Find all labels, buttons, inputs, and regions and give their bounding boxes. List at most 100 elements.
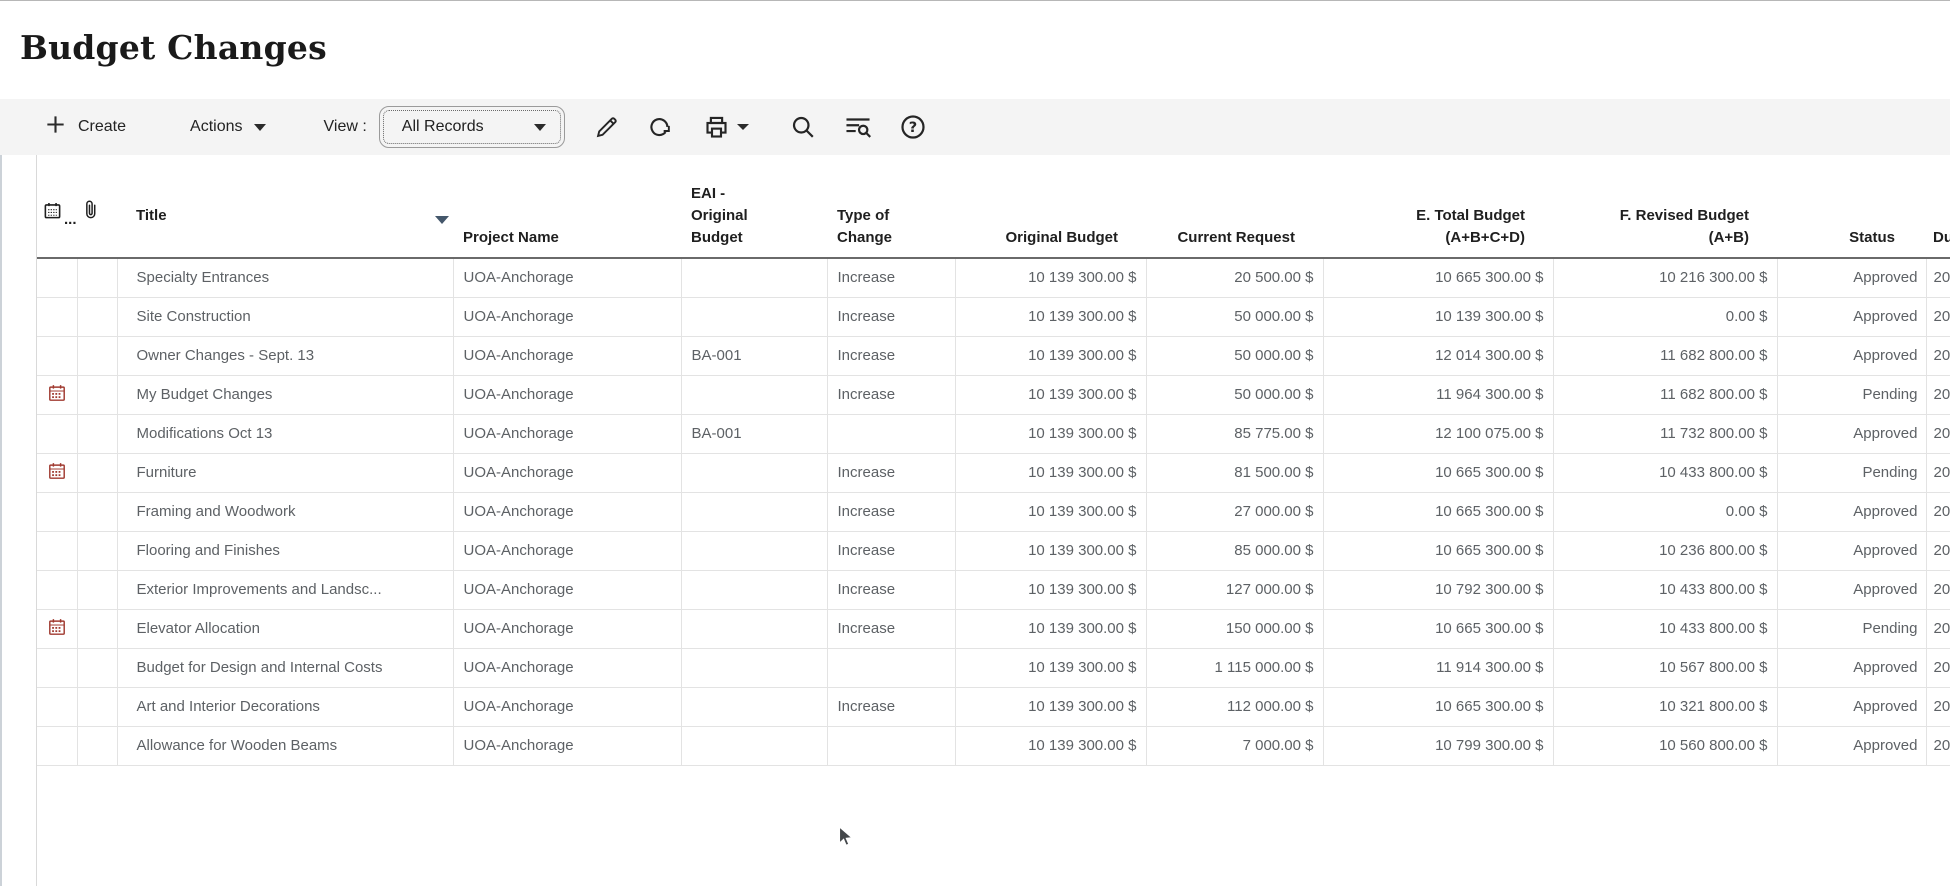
column-record-date[interactable]: ... (37, 155, 77, 259)
cell-record-flag (37, 726, 78, 766)
cell-type-of-change (827, 726, 956, 766)
cell-e-total-budget: 10 665 300.00 $ (1323, 687, 1554, 727)
cell-f-revised-budget: 11 732 800.00 $ (1553, 414, 1778, 454)
cell-project-name: UOA-Anchorage (453, 609, 682, 649)
table-row[interactable]: Owner Changes - Sept. 13 UOA-Anchorage BA-… (37, 336, 1950, 376)
column-attachments[interactable] (77, 155, 117, 259)
table-row[interactable]: Flooring and Finishes UOA-Anchorage Increa… (37, 531, 1950, 571)
view-select-button[interactable]: All Records (378, 106, 565, 148)
cell-original-budget: 10 139 300.00 $ (955, 570, 1147, 610)
table-row[interactable]: Elevator Allocation UOA-Anchorage Increase… (37, 609, 1950, 649)
plus-icon (44, 113, 67, 141)
cell-current-request: 81 500.00 $ (1146, 453, 1324, 493)
cell-type-of-change: Increase (827, 297, 956, 337)
column-original-budget[interactable]: Original Budget (955, 155, 1146, 259)
column-status[interactable]: Status (1777, 155, 1926, 259)
cell-type-of-change: Increase (827, 492, 956, 532)
print-options-button[interactable] (736, 124, 749, 130)
cell-type-of-change: Increase (827, 687, 956, 727)
column-type-of-change[interactable]: Type of Change (827, 155, 955, 259)
cell-f-revised-budget: 10 433 800.00 $ (1553, 609, 1778, 649)
cell-type-of-change: Increase (827, 258, 956, 298)
cell-attachments (77, 336, 118, 376)
cell-project-name: UOA-Anchorage (453, 492, 682, 532)
records-grid: ... Title Project Name EAI - Original Bu… (36, 155, 1950, 886)
cell-current-request: 50 000.00 $ (1146, 297, 1324, 337)
paperclip-icon (83, 200, 98, 224)
table-row[interactable]: Exterior Improvements and Landsc... UOA-A… (37, 570, 1950, 610)
table-row[interactable]: Furniture UOA-Anchorage Increase 10 139 300… (37, 453, 1950, 493)
cell-project-name: UOA-Anchorage (453, 648, 682, 688)
cell-e-total-budget: 10 139 300.00 $ (1323, 297, 1554, 337)
cell-due-clipped: 20 (1926, 258, 1950, 298)
refresh-button[interactable] (646, 114, 673, 141)
cell-f-revised-budget: 10 567 800.00 $ (1553, 648, 1778, 688)
table-row[interactable]: My Budget Changes UOA-Anchorage Increase 10… (37, 375, 1950, 415)
actions-button[interactable]: Actions (190, 118, 266, 136)
sort-descending-icon[interactable] (435, 216, 449, 224)
cell-status: Approved (1777, 336, 1927, 376)
cell-e-total-budget: 12 014 300.00 $ (1323, 336, 1554, 376)
cell-original-budget: 10 139 300.00 $ (955, 336, 1147, 376)
cell-due-clipped: 20 (1926, 336, 1950, 376)
cell-current-request: 7 000.00 $ (1146, 726, 1324, 766)
help-button[interactable]: ? (899, 113, 927, 141)
svg-text:?: ? (909, 119, 917, 136)
cell-record-flag (37, 609, 78, 649)
table-row[interactable]: Modifications Oct 13 UOA-Anchorage BA-001 1… (37, 414, 1950, 454)
cell-status: Approved (1777, 414, 1927, 454)
column-f-revised-budget[interactable]: F. Revised Budget (A+B) (1553, 155, 1777, 259)
cell-record-flag (37, 414, 78, 454)
column-e-total-budget[interactable]: E. Total Budget (A+B+C+D) (1323, 155, 1553, 259)
column-due-clipped[interactable]: Du (1926, 155, 1950, 259)
column-project-name[interactable]: Project Name (453, 155, 681, 259)
cell-original-budget: 10 139 300.00 $ (955, 414, 1147, 454)
cell-due-clipped: 20 (1926, 297, 1950, 337)
cell-current-request: 85 000.00 $ (1146, 531, 1324, 571)
cell-type-of-change: Increase (827, 375, 956, 415)
cell-eai-original-budget (681, 375, 828, 415)
table-row[interactable]: Budget for Design and Internal Costs UOA-… (37, 648, 1950, 688)
cell-title: Specialty Entrances (117, 258, 454, 298)
cell-due-clipped: 20 (1926, 375, 1950, 415)
cell-due-clipped: 20 (1926, 726, 1950, 766)
cell-title: Flooring and Finishes (117, 531, 454, 571)
table-row[interactable]: Site Construction UOA-Anchorage Increase 10… (37, 297, 1950, 337)
cell-due-clipped: 20 (1926, 687, 1950, 727)
cell-f-revised-budget: 11 682 800.00 $ (1553, 336, 1778, 376)
cell-attachments (77, 375, 118, 415)
cell-current-request: 112 000.00 $ (1146, 687, 1324, 727)
cell-type-of-change: Increase (827, 336, 956, 376)
refresh-icon (646, 114, 673, 141)
cell-due-clipped: 20 (1926, 609, 1950, 649)
cell-f-revised-budget: 0.00 $ (1553, 492, 1778, 532)
table-row[interactable]: Allowance for Wooden Beams UOA-Anchorage 1… (37, 726, 1950, 766)
edit-button[interactable] (593, 114, 620, 141)
cell-original-budget: 10 139 300.00 $ (955, 375, 1147, 415)
find-on-page-button[interactable] (843, 113, 873, 141)
cell-eai-original-budget (681, 453, 828, 493)
table-row[interactable]: Framing and Woodwork UOA-Anchorage Increas… (37, 492, 1950, 532)
cell-current-request: 27 000.00 $ (1146, 492, 1324, 532)
cell-attachments (77, 297, 118, 337)
create-button[interactable]: Create (44, 113, 126, 141)
find-in-list-icon (843, 113, 873, 141)
table-row[interactable]: Specialty Entrances UOA-Anchorage Increase… (37, 258, 1950, 298)
column-eai-original-budget[interactable]: EAI - Original Budget (681, 155, 827, 259)
cell-eai-original-budget (681, 258, 828, 298)
cell-current-request: 50 000.00 $ (1146, 375, 1324, 415)
cell-status: Approved (1777, 726, 1927, 766)
search-button[interactable] (789, 113, 817, 141)
cell-e-total-budget: 10 665 300.00 $ (1323, 492, 1554, 532)
cell-status: Approved (1777, 492, 1927, 532)
print-button[interactable] (703, 114, 730, 141)
column-title[interactable]: Title (117, 155, 453, 259)
cell-record-flag (37, 492, 78, 532)
cell-project-name: UOA-Anchorage (453, 570, 682, 610)
cell-original-budget: 10 139 300.00 $ (955, 726, 1147, 766)
column-current-request[interactable]: Current Request (1146, 155, 1323, 259)
cell-original-budget: 10 139 300.00 $ (955, 297, 1147, 337)
cell-current-request: 127 000.00 $ (1146, 570, 1324, 610)
cell-status: Approved (1777, 297, 1927, 337)
table-row[interactable]: Art and Interior Decorations UOA-Anchorag… (37, 687, 1950, 727)
